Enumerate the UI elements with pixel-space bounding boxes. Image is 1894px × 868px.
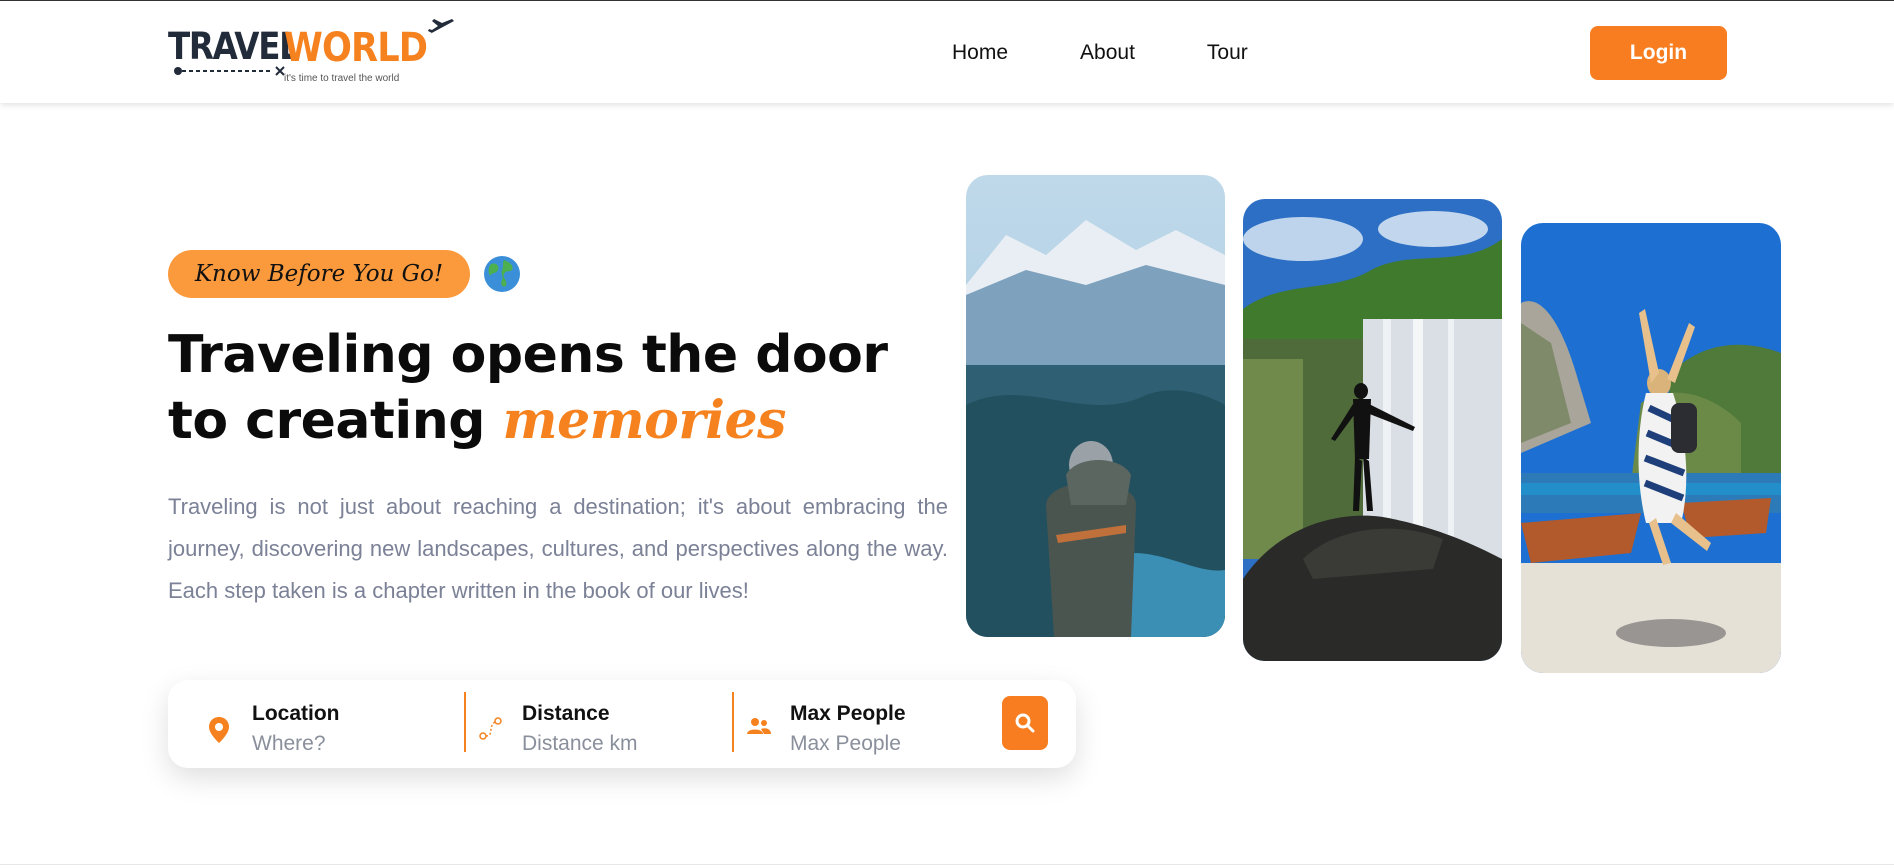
distance-field: Distance (478, 692, 722, 756)
nav-about[interactable]: About (1080, 41, 1135, 65)
search-icon (1015, 713, 1035, 733)
next-section-edge (0, 864, 1894, 868)
hero-photo-mountain-hiker (966, 175, 1225, 637)
hero-badge: Know Before You Go! (168, 250, 470, 298)
map-pin-icon (209, 717, 229, 743)
nav-home[interactable]: Home (952, 41, 1008, 65)
site-header: TRAVEL WORLD it's time to travel the wor… (0, 0, 1894, 103)
distance-input[interactable] (522, 732, 722, 756)
globe-icon (484, 256, 520, 292)
logo-brand-part2: WORLD (284, 25, 428, 71)
hero-headline-accent: memories (502, 390, 787, 451)
location-label: Location (252, 702, 340, 725)
logo-route-icon (174, 66, 285, 76)
hero-description: Traveling is not just about reaching a d… (168, 494, 948, 603)
main-nav: Home About Tour (952, 41, 1248, 65)
nav-tour[interactable]: Tour (1207, 41, 1248, 65)
hero-headline: Traveling opens the door to creating mem… (168, 322, 928, 454)
hero-photo-waterfall (1243, 199, 1502, 661)
search-divider (464, 692, 466, 752)
search-bar: Location Distance Max People (168, 680, 1076, 768)
logo[interactable]: TRAVEL WORLD it's time to travel the wor… (168, 17, 458, 87)
distance-label: Distance (522, 702, 610, 725)
login-button[interactable]: Login (1590, 26, 1727, 80)
max-people-input[interactable] (790, 732, 990, 756)
location-input[interactable] (252, 732, 452, 756)
search-divider (732, 692, 734, 752)
airplane-icon (428, 19, 454, 35)
hero-photo-beach-jump (1521, 223, 1781, 673)
logo-brand-part1: TRAVEL (168, 25, 300, 68)
people-icon (747, 718, 771, 734)
route-icon (479, 717, 502, 740)
max-people-field: Max People (746, 692, 990, 756)
search-button[interactable] (1002, 696, 1048, 750)
location-field: Location (208, 692, 452, 756)
logo-tagline: it's time to travel the world (284, 73, 400, 84)
max-people-label: Max People (790, 702, 906, 725)
